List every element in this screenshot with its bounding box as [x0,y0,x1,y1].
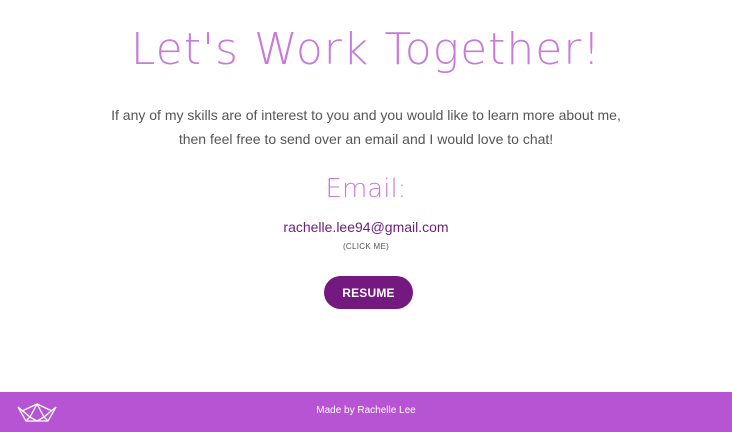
email-heading: Email: [325,174,407,204]
contact-page: Let's Work Together! If any of my skills… [0,0,732,432]
footer: Made by Rachelle Lee [0,392,732,432]
click-me-hint: (CLICK ME) [342,242,390,251]
intro-line-2: then feel free to send over an email and… [178,131,554,147]
resume-button[interactable]: RESUME [324,276,413,309]
intro-line-1: If any of my skills are of interest to y… [111,107,621,123]
footer-credit: Made by Rachelle Lee [316,405,416,416]
email-link[interactable]: rachelle.lee94@gmail.com [0,219,732,235]
intro-text: If any of my skills are of interest to y… [100,103,632,151]
page-title: Let's Work Together! [130,24,602,75]
